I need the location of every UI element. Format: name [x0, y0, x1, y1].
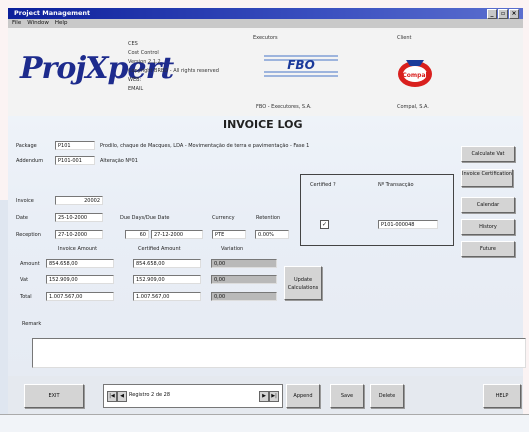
- date-field[interactable]: 25-10-2000: [55, 213, 103, 222]
- due-days-label: Due Days/Due Date: [120, 215, 170, 221]
- vat-variation-field: 0,00: [211, 275, 277, 284]
- info-line: Copyright BRBD - All rights reserved: [128, 68, 219, 74]
- last-record-icon[interactable]: ▶|: [269, 391, 279, 402]
- projxpert-logo: ProjXpert: [20, 46, 174, 92]
- invoice-label: Invoice: [16, 198, 34, 204]
- update-calculations-button[interactable]: Update Calculations: [284, 266, 322, 300]
- background-window-strip: [0, 200, 8, 430]
- calculate-vat-button[interactable]: Calculate Vat: [461, 146, 515, 162]
- help-button[interactable]: HELP: [483, 384, 521, 408]
- certified-label: Certified ?: [310, 182, 336, 188]
- amount-certified-field[interactable]: 854.658,00: [133, 259, 201, 268]
- minimize-icon[interactable]: _: [487, 9, 497, 19]
- append-button[interactable]: Append: [286, 384, 320, 408]
- compal-logo-text: Compal: [402, 72, 427, 79]
- info-line: Cost Control: [128, 50, 159, 56]
- history-button[interactable]: History: [461, 219, 515, 235]
- save-button[interactable]: Save: [330, 384, 364, 408]
- info-line: WEB:: [128, 77, 142, 83]
- invoice-amount-label: Invoice Amount: [58, 246, 98, 252]
- exit-button[interactable]: EXIT: [24, 384, 84, 408]
- next-record-icon[interactable]: ▶: [259, 391, 269, 402]
- invoice-field[interactable]: 20002: [55, 196, 103, 205]
- info-line: EMAIL: [128, 86, 144, 92]
- certified-amount-label: Certified Amount: [138, 246, 181, 252]
- window-controls: _ ▫ ×: [487, 9, 519, 19]
- transaction-number-label: Nº Transacção: [378, 182, 414, 188]
- background-status-strip: [0, 414, 529, 432]
- transaction-number-field[interactable]: P101-000048: [378, 220, 438, 229]
- invoice-log-form: INVOICE LOG Package P101 Prodilo, chaque…: [8, 116, 526, 376]
- executors-label: Executors: [253, 35, 278, 41]
- retention-field[interactable]: 0.00%: [255, 230, 289, 239]
- variation-label: Variation: [221, 246, 244, 252]
- delete-button[interactable]: Delete: [370, 384, 404, 408]
- menu-file[interactable]: File: [12, 19, 21, 28]
- amount-invoice-field[interactable]: 854.658,00: [46, 259, 114, 268]
- total-certified-field[interactable]: 1.007.567,00: [133, 292, 201, 301]
- app-header: ProjXpert CES Cost Control Version 2.1.2…: [8, 28, 523, 117]
- retention-label: Retention: [256, 215, 281, 221]
- record-navigator: |◀ ◀ Registro 2 de 28 ▶ ▶|: [103, 384, 283, 408]
- record-position: Registro 2 de 28: [129, 392, 171, 398]
- fbo-logo-image: FBO: [264, 55, 338, 77]
- client-label: Client: [397, 35, 412, 41]
- vat-label: Vat: [20, 277, 29, 283]
- calendar-button[interactable]: Calendar: [461, 197, 515, 213]
- vat-certified-field[interactable]: 152.909,00: [133, 275, 201, 284]
- addendum-label: Addendum: [16, 158, 44, 164]
- total-variation-field: 0,00: [211, 292, 277, 301]
- date-label: Date: [16, 215, 28, 221]
- form-title: INVOICE LOG: [223, 118, 303, 131]
- fbo-logo-text: FBO: [287, 58, 315, 72]
- due-days-field[interactable]: 60: [125, 230, 149, 239]
- total-label: Total: [20, 294, 32, 300]
- package-field[interactable]: P101: [55, 141, 95, 150]
- currency-field[interactable]: PTE: [212, 230, 246, 239]
- amount-variation-field: 0,00: [211, 259, 277, 268]
- maximize-icon[interactable]: ▫: [498, 9, 508, 19]
- reception-field[interactable]: 27-10-2000: [55, 230, 103, 239]
- close-icon[interactable]: ×: [509, 9, 519, 19]
- invoice-certification-button[interactable]: Invoice Certification: [461, 169, 513, 187]
- client-name: Compal, S.A.: [397, 104, 429, 110]
- fbo-logo: FBO: [260, 46, 342, 86]
- future-button[interactable]: Future: [461, 241, 515, 257]
- addendum-field[interactable]: P101-001: [55, 156, 95, 165]
- window-title-bar[interactable]: Project Management _ ▫ ×: [8, 8, 523, 19]
- window-title: Project Management: [14, 9, 91, 17]
- previous-record-icon[interactable]: ◀: [117, 391, 127, 402]
- executor-name: FBO - Executores, S.A.: [256, 104, 312, 110]
- menu-window[interactable]: Window: [27, 19, 49, 28]
- package-label: Package: [16, 143, 37, 149]
- currency-label: Currency: [212, 215, 235, 221]
- total-invoice-field[interactable]: 1.007.567,00: [46, 292, 114, 301]
- certified-checkbox[interactable]: ✓: [320, 220, 329, 229]
- due-date-field[interactable]: 27-12-2000: [151, 230, 203, 239]
- menu-help[interactable]: Help: [55, 19, 68, 28]
- vat-invoice-field[interactable]: 152.909,00: [46, 275, 114, 284]
- addendum-description: Alteração Nº01: [100, 158, 138, 164]
- package-description: Prodilo, chaque de Macques, LDA - Movime…: [100, 143, 310, 149]
- compal-logo: Compal: [396, 52, 434, 90]
- compal-logo-image: Compal: [398, 60, 432, 87]
- amount-label: Amount: [20, 261, 40, 267]
- menu-bar: File Window Help: [8, 19, 523, 28]
- app-info: CES Cost Control Version 2.1.2 Copyright…: [128, 40, 219, 94]
- first-record-icon[interactable]: |◀: [107, 391, 117, 402]
- reception-label: Reception: [16, 232, 41, 238]
- remark-label: Remark: [22, 321, 42, 327]
- info-line: CES: [128, 41, 138, 47]
- remark-textarea[interactable]: [32, 338, 526, 368]
- info-line: Version 2.1.2: [128, 59, 161, 65]
- bottom-toolbar: EXIT |◀ ◀ Registro 2 de 28 ▶ ▶| Append S…: [8, 376, 523, 414]
